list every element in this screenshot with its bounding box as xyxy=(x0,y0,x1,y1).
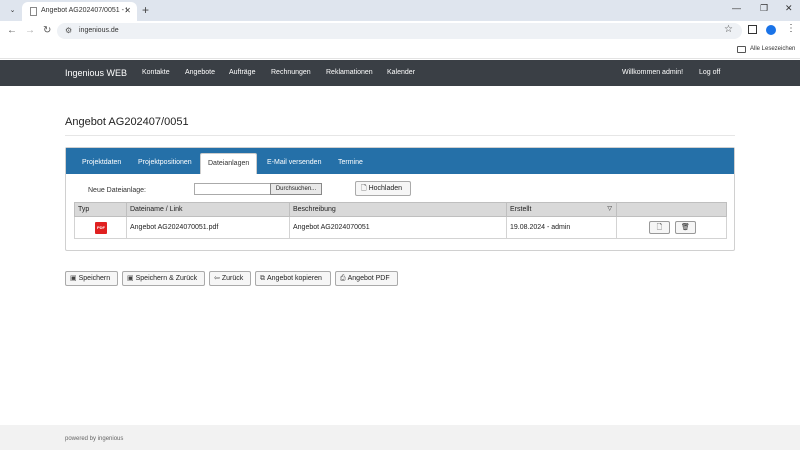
save-button[interactable]: ▣ Speichern xyxy=(65,271,118,286)
back-icon: ⇦ xyxy=(214,275,220,282)
copy-offer-button[interactable]: ⧉ Angebot kopieren xyxy=(255,271,331,286)
tab-projektpositionen[interactable]: Projektpositionen xyxy=(138,159,192,166)
col-actions xyxy=(616,202,727,217)
close-tab-icon[interactable]: ✕ xyxy=(124,6,131,15)
bookmark-star-icon[interactable]: ☆ xyxy=(724,24,733,35)
created-cell: 19.08.2024 - admin xyxy=(506,216,617,239)
save-icon: ▣ xyxy=(70,275,77,282)
tab-projektdaten[interactable]: Projektdaten xyxy=(82,159,121,166)
upload-icon: 🗋 xyxy=(361,185,367,192)
nav-kalender[interactable]: Kalender xyxy=(387,69,415,76)
save-button-label: Speichern xyxy=(78,275,111,282)
all-bookmarks-link[interactable]: Alle Lesezeichen xyxy=(750,46,795,52)
nav-auftraege[interactable]: Aufträge xyxy=(229,69,255,76)
browse-button[interactable]: Durchsuchen... xyxy=(270,183,322,195)
table-row: PDF Angebot AG2024070051.pdf Angebot AG2… xyxy=(74,216,727,239)
attachments-table: Typ Dateiname / Link Beschreibung Erstel… xyxy=(74,202,727,239)
upload-button-label: Hochladen xyxy=(368,185,403,192)
nav-kontakte[interactable]: Kontakte xyxy=(142,69,170,76)
welcome-link[interactable]: Willkommen admin! xyxy=(622,69,683,76)
new-tab-icon[interactable]: + xyxy=(142,3,149,17)
back-button-label: Zurück xyxy=(221,275,244,282)
offer-panel: Projektdaten Projektpositionen Dateianla… xyxy=(65,147,735,251)
page-footer: powered by ingenious xyxy=(0,425,800,450)
tab-dateianlagen[interactable]: Dateianlagen xyxy=(200,153,257,174)
tab-title: Angebot AG202407/0051 - Ing xyxy=(41,7,127,14)
address-bar[interactable]: ⚙ ingenious.de xyxy=(57,23,742,39)
logoff-link[interactable]: Log off xyxy=(699,69,720,76)
forward-arrow-icon[interactable]: → xyxy=(25,25,35,36)
browser-tab[interactable]: Angebot AG202407/0051 - Ing ✕ xyxy=(22,2,137,21)
tab-search-icon[interactable]: ⌄ xyxy=(6,4,19,17)
close-window-icon[interactable]: ✕ xyxy=(785,3,793,14)
row-actions-cell: 🗋 🗑 xyxy=(616,216,727,239)
printer-icon: ⎙ xyxy=(340,275,346,282)
description-cell: Angebot AG2024070051 xyxy=(289,216,507,239)
app-navbar: Ingenious WEB Kontakte Angebote Aufträge… xyxy=(0,60,800,86)
save-back-icon: ▣ xyxy=(127,275,134,282)
offer-pdf-label: Angebot PDF xyxy=(347,275,390,282)
brand-link[interactable]: Ingenious WEB xyxy=(65,68,127,78)
site-info-icon[interactable]: ⚙ xyxy=(65,26,72,35)
page-title: Angebot AG202407/0051 xyxy=(65,116,189,128)
sort-desc-icon: ▽ xyxy=(607,206,612,212)
profile-avatar-icon[interactable] xyxy=(766,25,776,35)
browser-toolbar: ← → ↻ ⚙ ingenious.de xyxy=(0,21,800,41)
back-button[interactable]: ⇦ Zurück xyxy=(209,271,251,286)
browser-tabstrip: ⌄ Angebot AG202407/0051 - Ing ✕ + — ❐ ✕ xyxy=(0,0,800,21)
panel-tabbar: Projektdaten Projektpositionen Dateianla… xyxy=(66,148,734,174)
side-panel-icon[interactable] xyxy=(748,25,757,34)
restore-icon[interactable]: ❐ xyxy=(760,3,768,14)
filename-link[interactable]: Angebot AG2024070051.pdf xyxy=(126,216,290,239)
save-and-back-label: Speichern & Zurück xyxy=(135,275,198,282)
pdf-file-icon: PDF xyxy=(95,221,107,234)
copy-offer-label: Angebot kopieren xyxy=(267,275,322,282)
page-favicon-icon xyxy=(30,7,37,16)
tab-email-versenden[interactable]: E-Mail versenden xyxy=(267,159,321,166)
minimize-icon[interactable]: — xyxy=(732,3,741,13)
col-beschreibung[interactable]: Beschreibung xyxy=(289,202,507,217)
back-arrow-icon[interactable]: ← xyxy=(7,25,17,36)
bookmarks-bar: Alle Lesezeichen xyxy=(0,41,800,59)
col-dateiname[interactable]: Dateiname / Link xyxy=(126,202,290,217)
upload-button[interactable]: 🗋 Hochladen xyxy=(355,181,411,196)
folder-icon xyxy=(737,46,746,53)
more-menu-icon[interactable]: ⋮ xyxy=(786,23,796,34)
title-divider xyxy=(65,135,735,136)
nav-rechnungen[interactable]: Rechnungen xyxy=(271,69,311,76)
nav-angebote[interactable]: Angebote xyxy=(185,69,215,76)
reload-icon[interactable]: ↻ xyxy=(43,25,51,36)
open-file-button[interactable]: 🗋 xyxy=(649,221,670,234)
col-erstellt[interactable]: Erstellt ▽ xyxy=(506,202,617,217)
footer-text: powered by ingenious xyxy=(65,436,124,442)
col-typ[interactable]: Typ xyxy=(74,202,127,217)
tab-termine[interactable]: Termine xyxy=(338,159,363,166)
file-type-cell: PDF xyxy=(74,216,127,239)
save-and-back-button[interactable]: ▣ Speichern & Zurück xyxy=(122,271,205,286)
file-input[interactable]: Durchsuchen... xyxy=(194,183,322,195)
upload-label: Neue Dateianlage: xyxy=(88,187,146,194)
url-text: ingenious.de xyxy=(79,27,119,34)
col-erstellt-label: Erstellt xyxy=(510,206,532,213)
nav-reklamationen[interactable]: Reklamationen xyxy=(326,69,373,76)
copy-icon: ⧉ xyxy=(260,275,265,282)
delete-file-button[interactable]: 🗑 xyxy=(674,221,696,234)
offer-pdf-button[interactable]: ⎙ Angebot PDF xyxy=(335,271,398,286)
tab-dateianlagen-label: Dateianlagen xyxy=(208,160,250,167)
